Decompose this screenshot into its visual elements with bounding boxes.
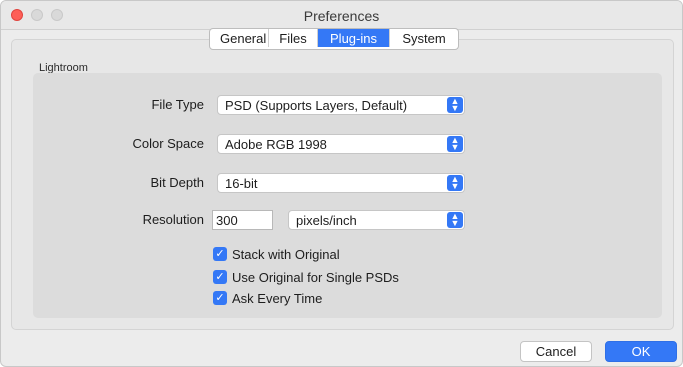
tab-plug-ins[interactable]: Plug-ins (318, 29, 390, 47)
resolution-unit-value: pixels/inch (296, 213, 357, 228)
color-space-select[interactable]: Adobe RGB 1998 ▲ ▼ (217, 134, 465, 154)
resolution-label: Resolution (142, 212, 204, 227)
chevron-updown-icon: ▲ ▼ (447, 136, 463, 152)
checkmark-icon: ✓ (213, 270, 227, 284)
tab-general[interactable]: General (210, 29, 269, 47)
file-type-select[interactable]: PSD (Supports Layers, Default) ▲ ▼ (217, 95, 465, 115)
tab-files[interactable]: Files (269, 29, 318, 47)
checkmark-icon: ✓ (213, 247, 227, 261)
chevron-updown-icon: ▲ ▼ (447, 97, 463, 113)
chevron-updown-icon: ▲ ▼ (447, 212, 463, 228)
bit-depth-select[interactable]: 16-bit ▲ ▼ (217, 173, 465, 193)
stack-with-original-label: Stack with Original (232, 246, 340, 262)
color-space-value: Adobe RGB 1998 (225, 137, 327, 152)
cancel-button[interactable]: Cancel (520, 341, 592, 362)
preferences-window: Preferences General Files Plug-ins Syste… (0, 0, 683, 367)
ok-button[interactable]: OK (605, 341, 677, 362)
resolution-unit-select[interactable]: pixels/inch ▲ ▼ (288, 210, 465, 230)
checkmark-icon: ✓ (213, 291, 227, 305)
tab-system[interactable]: System (390, 29, 458, 47)
tab-bar: General Files Plug-ins System (209, 28, 459, 50)
ask-every-time-label: Ask Every Time (232, 290, 323, 306)
chevron-updown-icon: ▲ ▼ (447, 175, 463, 191)
file-type-value: PSD (Supports Layers, Default) (225, 98, 408, 113)
file-type-label: File Type (151, 97, 204, 112)
bit-depth-value: 16-bit (225, 176, 258, 191)
use-original-single-psds-label: Use Original for Single PSDs (232, 269, 399, 285)
resolution-input[interactable]: 300 (212, 210, 273, 230)
bit-depth-label: Bit Depth (150, 175, 204, 190)
window-title: Preferences (303, 8, 380, 24)
use-original-single-psds-checkbox[interactable]: ✓ Use Original for Single PSDs (213, 269, 399, 285)
color-space-label: Color Space (132, 136, 204, 151)
stack-with-original-checkbox[interactable]: ✓ Stack with Original (213, 246, 340, 262)
ask-every-time-checkbox[interactable]: ✓ Ask Every Time (213, 290, 322, 306)
title-bar: Preferences (1, 1, 682, 30)
